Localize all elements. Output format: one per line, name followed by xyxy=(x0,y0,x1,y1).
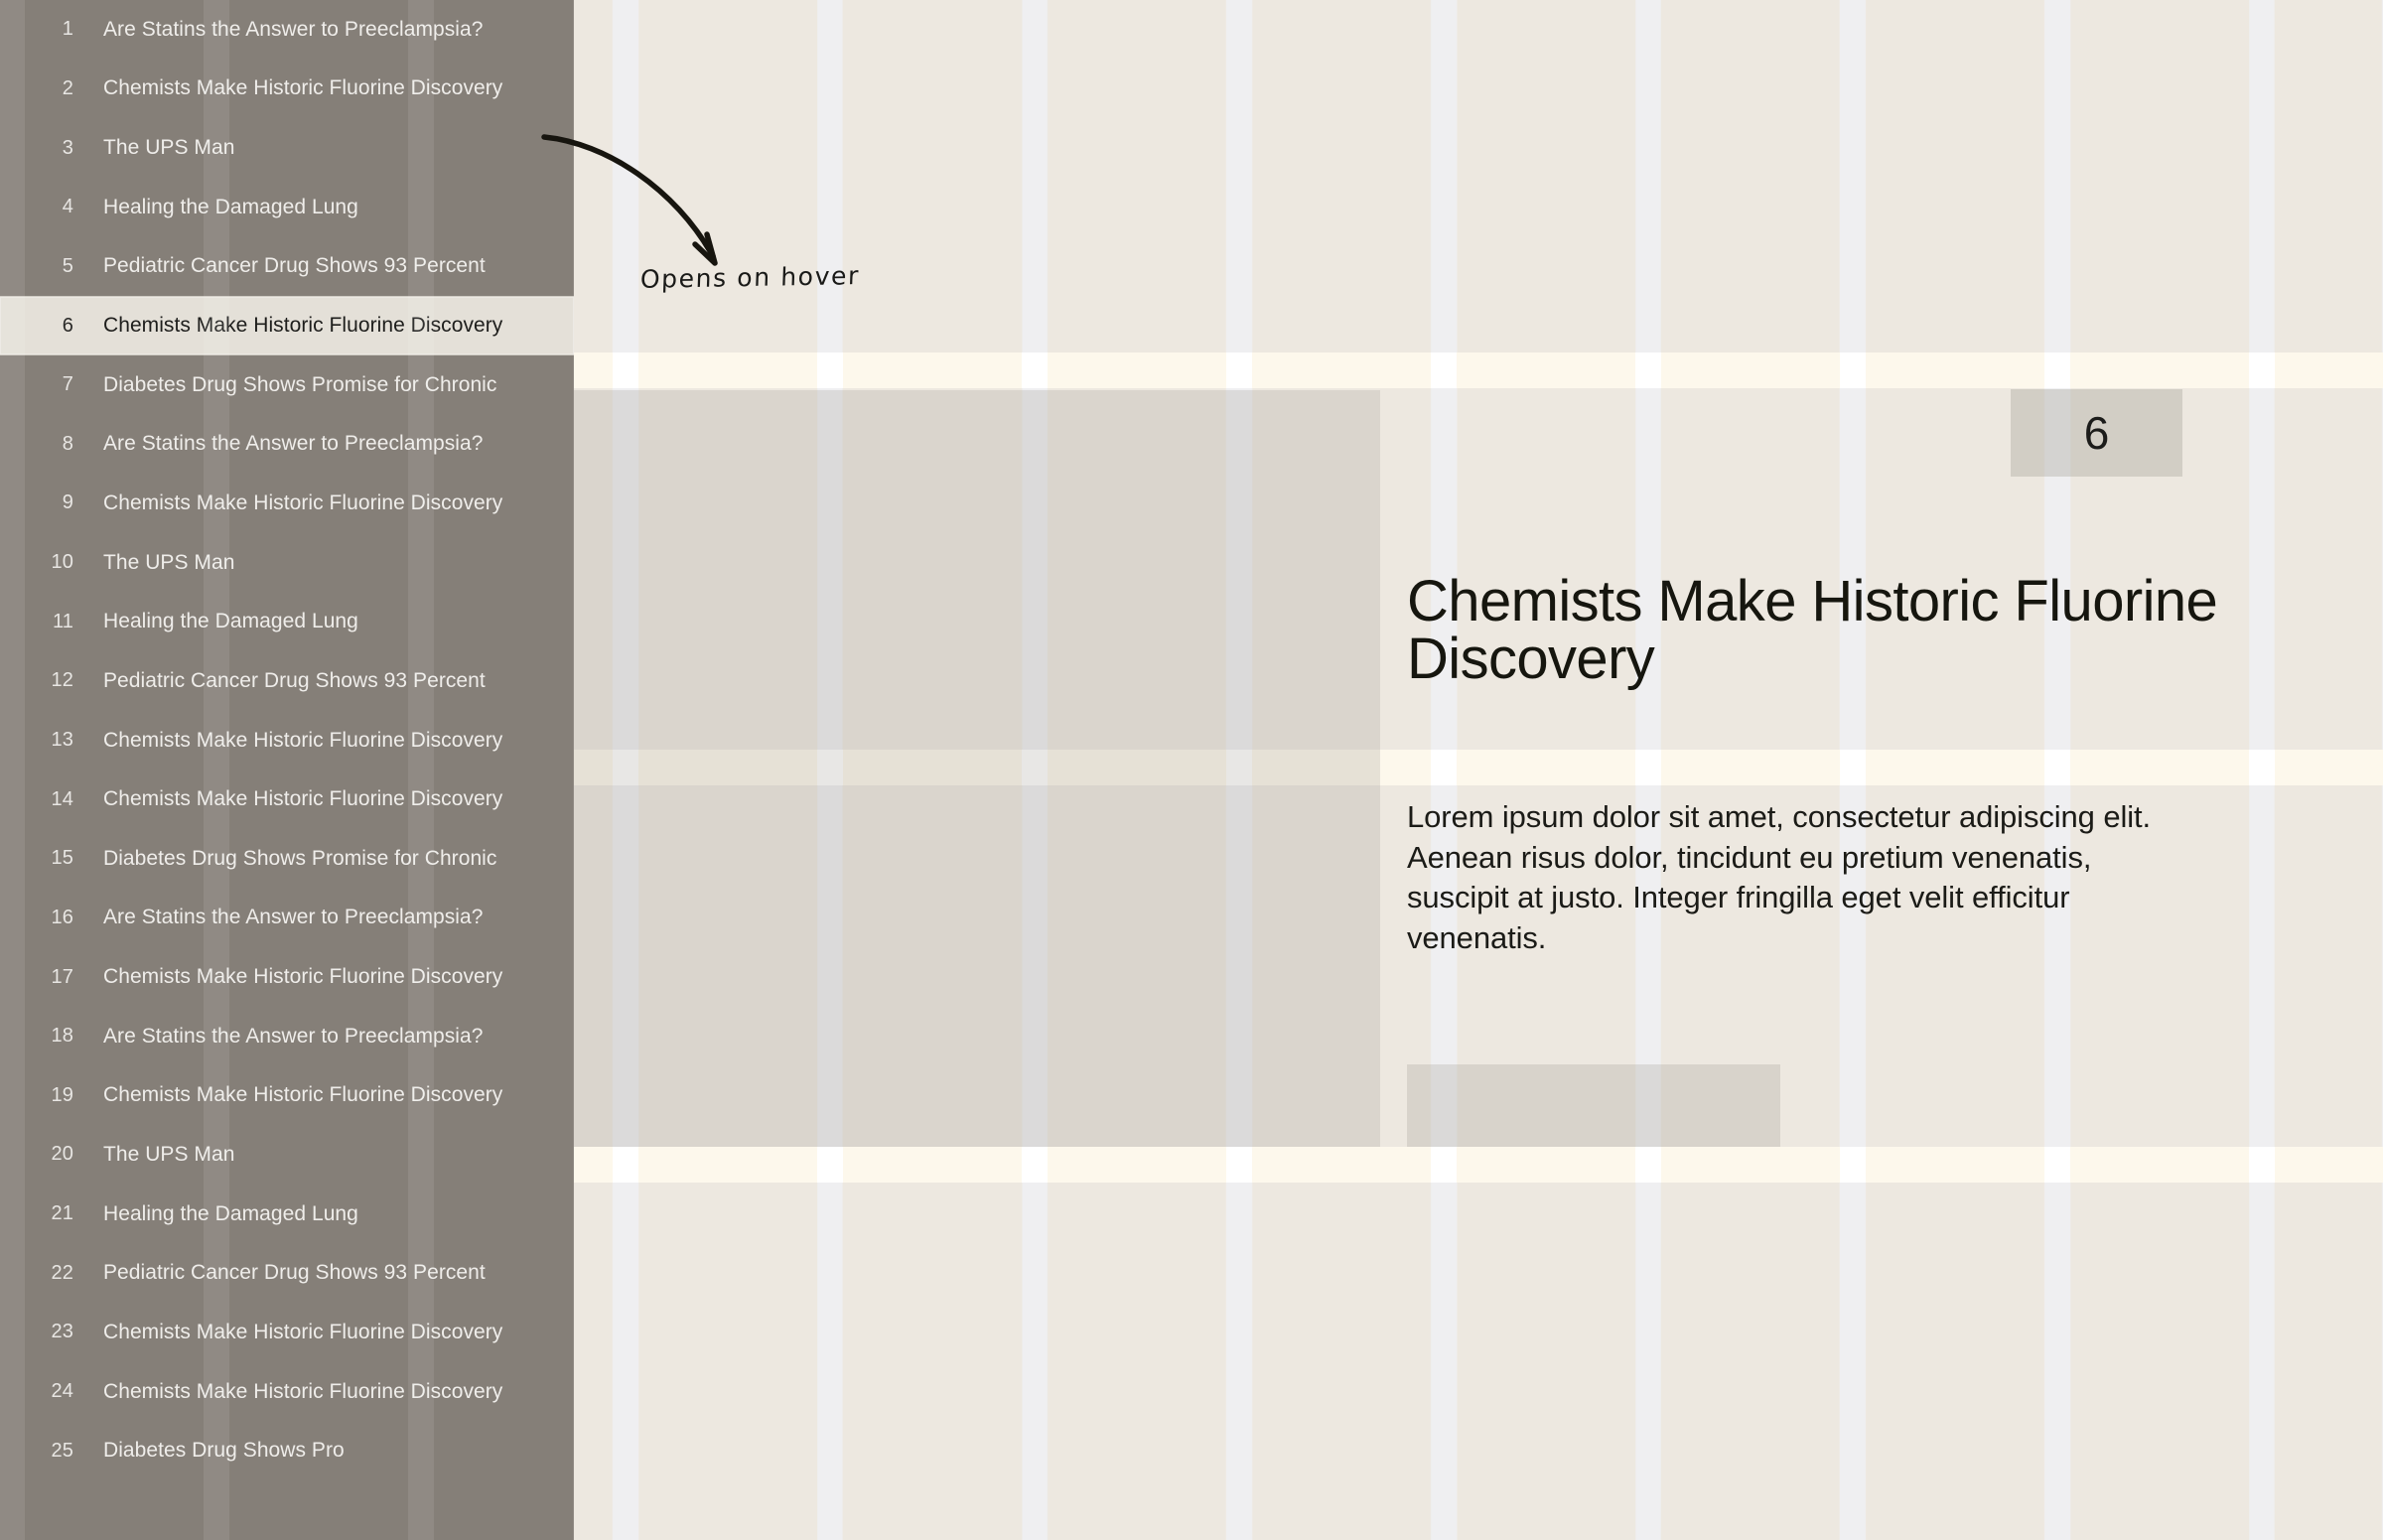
list-item-title: Healing the Damaged Lung xyxy=(103,195,358,218)
list-item-index: 4 xyxy=(62,196,73,218)
list-item-title: Pediatric Cancer Drug Shows 93 Percent xyxy=(103,1261,486,1285)
content-placeholder-block xyxy=(574,390,1380,1147)
list-item-index: 23 xyxy=(51,1321,73,1343)
list-item-index: 19 xyxy=(51,1083,73,1106)
list-item[interactable]: 5 Pediatric Cancer Drug Shows 93 Percent xyxy=(0,237,574,297)
list-item-index: 24 xyxy=(51,1380,73,1403)
list-item-title: Diabetes Drug Shows Promise for Chronic xyxy=(103,372,497,396)
list-item-title: Chemists Make Historic Fluorine Discover… xyxy=(103,76,503,100)
list-item-index: 10 xyxy=(51,551,73,574)
list-item[interactable]: 13 Chemists Make Historic Fluorine Discov… xyxy=(0,711,574,770)
list-item-title: Pediatric Cancer Drug Shows 93 Percent xyxy=(103,668,486,692)
list-item[interactable]: 20 The UPS Man xyxy=(0,1125,574,1185)
list-item-title: Chemists Make Historic Fluorine Discover… xyxy=(103,1083,503,1107)
list-item[interactable]: 17 Chemists Make Historic Fluorine Discov… xyxy=(0,947,574,1007)
list-item[interactable]: 14 Chemists Make Historic Fluorine Discov… xyxy=(0,770,574,829)
list-item-title: Healing the Damaged Lung xyxy=(103,1201,358,1225)
list-item-title: Are Statins the Answer to Preeclampsia? xyxy=(103,432,484,456)
list-item-title: Are Statins the Answer to Preeclampsia? xyxy=(103,906,484,929)
list-item-title: Chemists Make Historic Fluorine Discover… xyxy=(103,787,503,811)
list-item-index: 7 xyxy=(62,373,73,396)
list-item-title: Chemists Make Historic Fluorine Discover… xyxy=(103,1379,503,1403)
list-item-title: The UPS Man xyxy=(103,550,235,574)
list-item-title: Chemists Make Historic Fluorine Discover… xyxy=(103,314,503,338)
list-item[interactable]: 2 Chemists Make Historic Fluorine Discove… xyxy=(0,60,574,119)
article-body-text: Lorem ipsum dolor sit amet, consectetur … xyxy=(1407,799,2152,955)
list-item-title: Diabetes Drug Shows Promise for Chronic xyxy=(103,846,497,870)
list-item-index: 16 xyxy=(51,906,73,928)
list-item[interactable]: 1 Are Statins the Answer to Preeclampsia? xyxy=(0,0,574,60)
list-item[interactable]: 15 Diabetes Drug Shows Promise for Chroni… xyxy=(0,829,574,889)
list-item[interactable]: 22 Pediatric Cancer Drug Shows 93 Percent xyxy=(0,1243,574,1303)
screen: 1 Are Statins the Answer to Preeclampsia?… xyxy=(0,0,2383,1540)
list-item-selected[interactable]: 6 Chemists Make Historic Fluorine Discove… xyxy=(0,296,574,355)
list-item-title: Are Statins the Answer to Preeclampsia? xyxy=(103,1024,484,1048)
list-item[interactable]: 21 Healing the Damaged Lung xyxy=(0,1185,574,1244)
list-item-index: 21 xyxy=(51,1202,73,1225)
sidebar: 1 Are Statins the Answer to Preeclampsia?… xyxy=(0,0,574,1540)
list-item-index: 15 xyxy=(51,847,73,870)
list-item[interactable]: 3 The UPS Man xyxy=(0,118,574,178)
list-item-title: Chemists Make Historic Fluorine Discover… xyxy=(103,965,503,989)
list-item-title: The UPS Man xyxy=(103,1142,235,1166)
list-item[interactable]: 24 Chemists Make Historic Fluorine Discov… xyxy=(0,1362,574,1422)
list-item-title: Chemists Make Historic Fluorine Discover… xyxy=(103,1320,503,1343)
list-item-index: 20 xyxy=(51,1143,73,1166)
list-item-title: Healing the Damaged Lung xyxy=(103,610,358,633)
list-item[interactable]: 12 Pediatric Cancer Drug Shows 93 Percent xyxy=(0,651,574,711)
list-item-index: 1 xyxy=(62,18,73,41)
list-item-index: 5 xyxy=(62,254,73,277)
list-item[interactable]: 23 Chemists Make Historic Fluorine Discov… xyxy=(0,1303,574,1362)
list-item-title: Pediatric Cancer Drug Shows 93 Percent xyxy=(103,254,486,278)
list-item-index: 11 xyxy=(53,610,73,632)
list-item-title: Chemists Make Historic Fluorine Discover… xyxy=(103,728,503,752)
list-item[interactable]: 25 Diabetes Drug Shows Pro xyxy=(0,1421,574,1480)
article-index-badge: 6 xyxy=(2011,389,2182,477)
list-item-index: 9 xyxy=(62,491,73,514)
list-item[interactable]: 7 Diabetes Drug Shows Promise for Chronic xyxy=(0,355,574,415)
sidebar-list[interactable]: 1 Are Statins the Answer to Preeclampsia?… xyxy=(0,0,574,1480)
list-item[interactable]: 18 Are Statins the Answer to Preeclampsia… xyxy=(0,1007,574,1066)
list-item-index: 12 xyxy=(51,669,73,692)
list-item-index: 22 xyxy=(51,1261,73,1284)
list-item-index: 2 xyxy=(62,76,73,99)
list-item-title: Are Statins the Answer to Preeclampsia? xyxy=(103,17,484,41)
cta-placeholder-block xyxy=(1407,1064,1780,1147)
list-item-index: 18 xyxy=(51,1025,73,1048)
article-headline: Chemists Make Historic Fluorine Discover… xyxy=(1407,568,2218,691)
list-item[interactable]: 19 Chemists Make Historic Fluorine Discov… xyxy=(0,1066,574,1126)
list-item-index: 6 xyxy=(62,314,73,337)
list-item-title: Chemists Make Historic Fluorine Discover… xyxy=(103,490,503,514)
annotation-label: Opens on hover xyxy=(639,261,861,294)
list-item[interactable]: 8 Are Statins the Answer to Preeclampsia? xyxy=(0,414,574,474)
list-item-title: The UPS Man xyxy=(103,136,235,160)
list-item[interactable]: 4 Healing the Damaged Lung xyxy=(0,178,574,237)
list-item-index: 25 xyxy=(51,1439,73,1462)
list-item[interactable]: 10 The UPS Man xyxy=(0,533,574,593)
list-item[interactable]: 11 Healing the Damaged Lung xyxy=(0,592,574,651)
list-item[interactable]: 16 Are Statins the Answer to Preeclampsia… xyxy=(0,889,574,948)
list-item-index: 8 xyxy=(62,432,73,455)
list-item-title: Diabetes Drug Shows Pro xyxy=(103,1439,345,1463)
list-item-index: 13 xyxy=(51,729,73,751)
list-item-index: 3 xyxy=(62,136,73,159)
list-item-index: 14 xyxy=(51,787,73,810)
list-item-index: 17 xyxy=(51,965,73,988)
list-item[interactable]: 9 Chemists Make Historic Fluorine Discove… xyxy=(0,474,574,533)
